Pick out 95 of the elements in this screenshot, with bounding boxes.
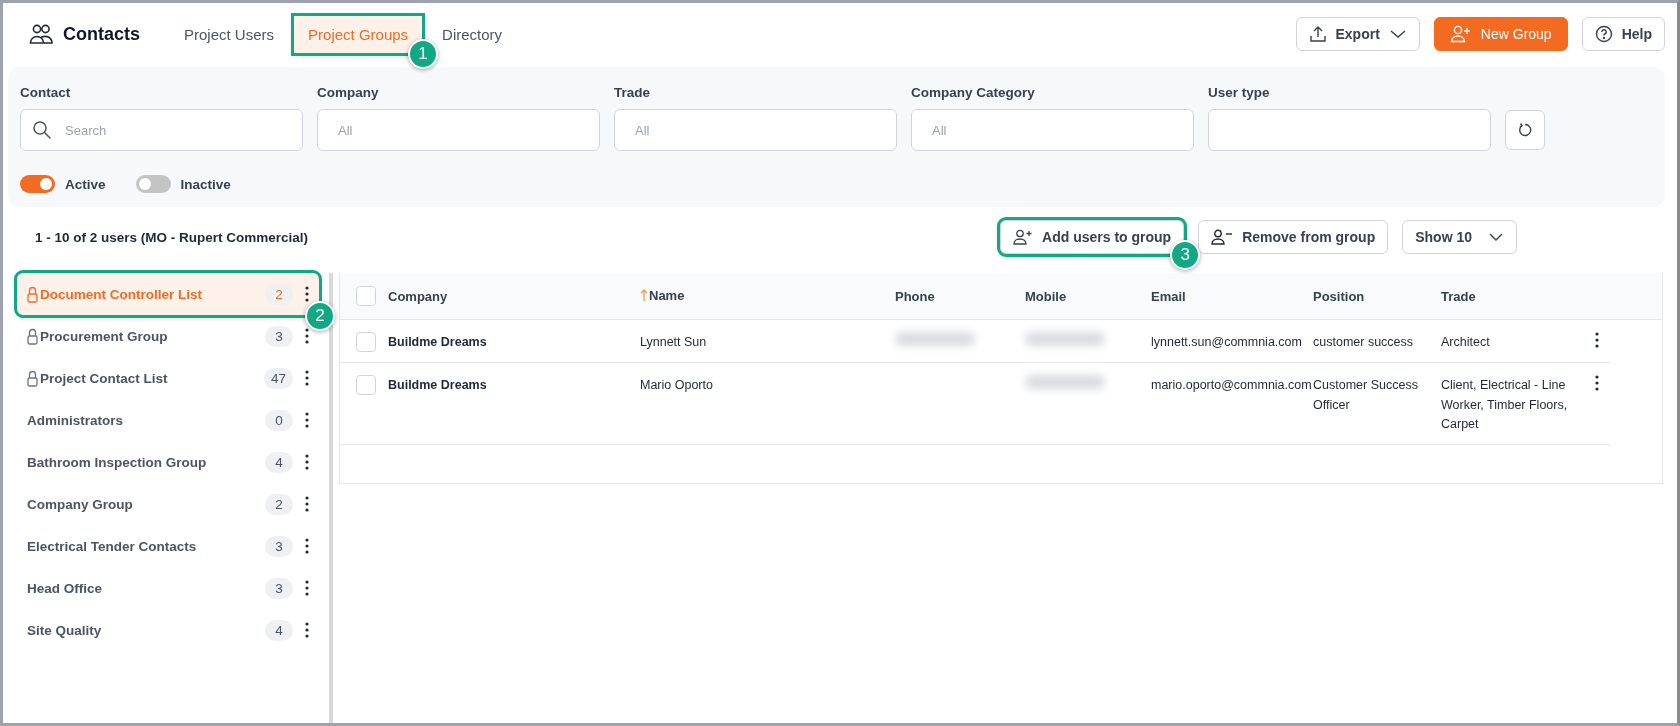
group-name: Administrators — [27, 412, 125, 428]
more-icon[interactable] — [305, 328, 309, 344]
group-name: Project Contact List — [40, 370, 169, 386]
select-field[interactable]: All — [614, 109, 897, 151]
table-cell: mario.oporto@commnia.com — [1151, 378, 1312, 392]
member-count: 4 — [265, 619, 293, 641]
page-title: Contacts — [63, 23, 140, 45]
group-item[interactable]: Electrical Tender Contacts 3 — [17, 525, 319, 567]
toggle-label: Inactive — [180, 176, 231, 192]
more-icon[interactable] — [305, 286, 309, 302]
more-icon[interactable] — [305, 580, 309, 596]
member-count: 3 — [265, 535, 293, 557]
remove-user-icon — [1211, 229, 1234, 245]
lock-icon — [27, 327, 38, 345]
page-size-dropdown[interactable]: Show 10 — [1402, 220, 1517, 254]
chevron-down-icon — [1388, 29, 1407, 39]
table-cell: Client, Electrical - Line Worker, Timber Floors, Carpet — [1441, 378, 1568, 431]
group-item[interactable]: Head Office 3 — [17, 567, 319, 609]
chevron-down-icon — [1488, 232, 1504, 242]
toggle-switch[interactable] — [20, 175, 55, 193]
group-item[interactable]: Project Contact List 47 — [17, 357, 319, 399]
more-icon[interactable] — [1595, 375, 1599, 391]
member-count: 3 — [265, 325, 293, 347]
member-count: 2 — [265, 283, 293, 305]
checkbox[interactable] — [356, 375, 376, 395]
table-cell: Buildme Dreams — [388, 378, 487, 392]
group-name: Procurement Group — [40, 328, 169, 344]
more-icon[interactable] — [305, 454, 309, 470]
checkbox[interactable] — [356, 286, 376, 306]
group-name: Head Office — [27, 580, 104, 596]
more-icon[interactable] — [305, 412, 309, 428]
group-item[interactable]: Company Group 2 — [17, 483, 319, 525]
column-header[interactable]: Name — [640, 287, 685, 303]
more-icon[interactable] — [305, 538, 309, 554]
callout-badge: 3 — [1170, 240, 1201, 270]
search-field[interactable]: Search — [20, 109, 303, 151]
reset-button[interactable] — [1505, 110, 1545, 150]
group-item[interactable]: Administrators 0 — [17, 399, 319, 441]
field-label: Company — [317, 85, 380, 100]
group-name: Bathroom Inspection Group — [27, 454, 208, 470]
column-header[interactable]: Phone — [895, 289, 935, 304]
column-header[interactable]: Trade — [1441, 289, 1476, 304]
add-user-icon — [1449, 25, 1472, 43]
help-button[interactable]: Help — [1581, 17, 1665, 51]
group-name: Electrical Tender Contacts — [27, 538, 198, 554]
callout-badge: 1 — [408, 38, 439, 69]
lock-icon — [27, 369, 38, 387]
field-label: Trade — [614, 85, 652, 100]
field-label: Contact — [20, 85, 72, 100]
group-item[interactable]: Site Quality 4 — [17, 609, 319, 651]
member-count: 4 — [265, 451, 293, 473]
sort-arrow-icon — [640, 289, 648, 301]
callout-badge: 2 — [305, 301, 335, 331]
search-icon — [32, 120, 52, 140]
select-field[interactable]: All — [317, 109, 600, 151]
member-count: 2 — [265, 493, 293, 515]
result-summary: 1 - 10 of 2 users (MO - Rupert Commercial) — [35, 229, 309, 245]
table-cell: Buildme Dreams — [388, 335, 487, 349]
upload-icon — [1308, 25, 1327, 43]
lock-icon — [27, 285, 38, 303]
toggle-label: Active — [65, 176, 106, 192]
table-cell: Architect — [1441, 335, 1490, 349]
export-button[interactable]: Export — [1295, 17, 1420, 51]
add-user-icon — [1013, 229, 1034, 245]
column-header[interactable]: Company — [388, 289, 448, 304]
group-name: Document Controller List — [40, 286, 203, 302]
column-header[interactable]: Mobile — [1025, 289, 1067, 304]
more-icon[interactable] — [305, 370, 309, 386]
group-item[interactable]: Bathroom Inspection Group 4 — [17, 441, 319, 483]
field-label: User type — [1208, 85, 1271, 100]
member-count: 3 — [265, 577, 293, 599]
select-field[interactable] — [1208, 109, 1491, 151]
more-icon[interactable] — [1595, 332, 1599, 348]
table-cell: customer success — [1313, 335, 1414, 349]
help-icon — [1594, 25, 1613, 43]
member-count: 0 — [265, 409, 293, 431]
table-cell: Lynnett Sun — [640, 335, 707, 349]
more-icon[interactable] — [305, 622, 309, 638]
column-header[interactable]: Email — [1151, 289, 1186, 304]
field-label: Company Category — [911, 85, 1036, 100]
checkbox[interactable] — [356, 332, 376, 352]
column-header[interactable]: Position — [1313, 289, 1365, 304]
remove-from-group-button[interactable]: Remove from group — [1198, 220, 1389, 254]
refresh-icon — [1517, 122, 1533, 138]
group-name: Site Quality — [27, 622, 103, 638]
table-cell: lynnett.sun@commnia.com — [1151, 335, 1302, 349]
table-cell: Mario Oporto — [640, 378, 713, 392]
select-field[interactable]: All — [911, 109, 1194, 151]
people-icon — [29, 23, 53, 45]
toggle-switch[interactable] — [135, 175, 171, 193]
more-icon[interactable] — [305, 496, 309, 512]
table-cell: Customer Success Officer — [1313, 378, 1418, 412]
group-name: Company Group — [27, 496, 134, 512]
tab[interactable]: Project Users — [170, 15, 289, 53]
member-count: 47 — [263, 367, 293, 389]
